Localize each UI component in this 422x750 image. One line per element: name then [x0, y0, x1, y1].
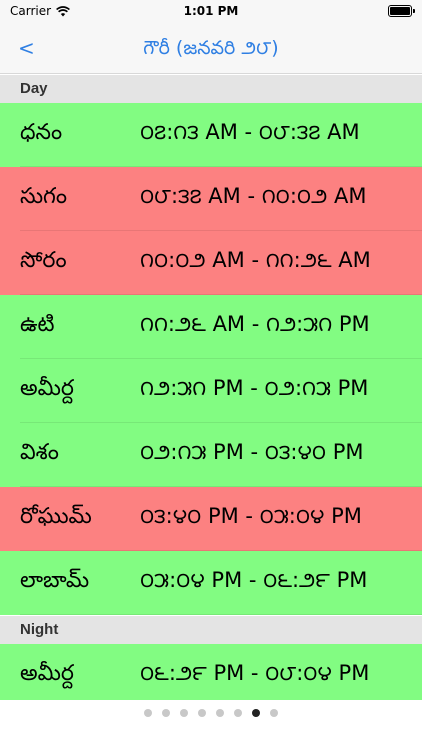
period-time: ౧౨:౫౧ PM - ౦౨:౧౫ PM: [140, 376, 369, 400]
period-time: ౦౫:౦౪ PM - ౦౬:౨౯ PM: [140, 568, 368, 592]
page-indicator[interactable]: [0, 700, 422, 726]
period-name: సుగం: [20, 184, 68, 209]
period-time: ౧౧:౨౬ AM - ౧౨:౫౧ PM: [140, 312, 370, 336]
list-item[interactable]: అమీర్ద ౦౬:౨౯ PM - ౦౮:౦౪ PM: [0, 644, 422, 708]
list-item[interactable]: విశం ౦౨:౧౫ PM - ౦౩:౪౦ PM: [0, 423, 422, 487]
page-dot[interactable]: [216, 709, 224, 717]
list-item[interactable]: ధనం ౦౭:౧౩ AM - ౦౮:౩౭ AM: [0, 103, 422, 167]
period-time: ౦౮:౩౭ AM - ౧౦:౦౨ AM: [140, 184, 367, 208]
page-dot[interactable]: [162, 709, 170, 717]
period-time: ౦౨:౧౫ PM - ౦౩:౪౦ PM: [140, 440, 364, 464]
list-item[interactable]: రోఘుమ్ ౦౩:౪౦ PM - ౦౫:౦౪ PM: [0, 487, 422, 551]
battery-icon: [388, 5, 415, 17]
period-name: ధనం: [20, 120, 63, 145]
page-dot[interactable]: [270, 709, 278, 717]
period-name: ఉటి: [20, 312, 55, 337]
status-bar: Carrier 1:01 PM: [0, 0, 422, 26]
period-time: ౦౭:౧౩ AM - ౦౮:౩౭ AM: [140, 120, 360, 144]
page-dot[interactable]: [198, 709, 206, 717]
section-header-day: Day: [0, 75, 422, 103]
period-name: అమీర్ద: [20, 661, 74, 686]
page-dot[interactable]: [144, 709, 152, 717]
period-name: సోరం: [20, 248, 67, 273]
page-dot[interactable]: [180, 709, 188, 717]
status-time: 1:01 PM: [183, 4, 239, 18]
home-area: [0, 726, 422, 750]
period-name: అమీర్ద: [20, 376, 74, 401]
page-title: గౌరీ (జనవరి ౨౮): [143, 37, 279, 59]
period-time: ౧౦:౦౨ AM - ౧౧:౨౬ AM: [140, 248, 371, 272]
list-item[interactable]: లాబామ్ ౦౫:౦౪ PM - ౦౬:౨౯ PM: [0, 551, 422, 615]
period-name: లాబామ్: [20, 568, 90, 593]
period-time: ౦౩:౪౦ PM - ౦౫:౦౪ PM: [140, 504, 362, 528]
list-item[interactable]: అమీర్ద ౧౨:౫౧ PM - ౦౨:౧౫ PM: [0, 359, 422, 423]
list-item[interactable]: ఉటి ౧౧:౨౬ AM - ౧౨:౫౧ PM: [0, 295, 422, 359]
page-dot-active[interactable]: [252, 709, 260, 717]
list-item[interactable]: సోరం ౧౦:౦౨ AM - ౧౧:౨౬ AM: [0, 231, 422, 295]
page-dot[interactable]: [234, 709, 242, 717]
period-time: ౦౬:౨౯ PM - ౦౮:౦౪ PM: [140, 661, 370, 685]
section-header-night: Night: [0, 616, 422, 644]
list-item[interactable]: సుగం ౦౮:౩౭ AM - ౧౦:౦౨ AM: [0, 167, 422, 231]
period-name: విశం: [20, 440, 59, 465]
period-name: రోఘుమ్: [20, 504, 92, 529]
row-divider: [20, 614, 422, 615]
navigation-bar: < గౌరీ (జనవరి ౨౮): [0, 26, 422, 74]
